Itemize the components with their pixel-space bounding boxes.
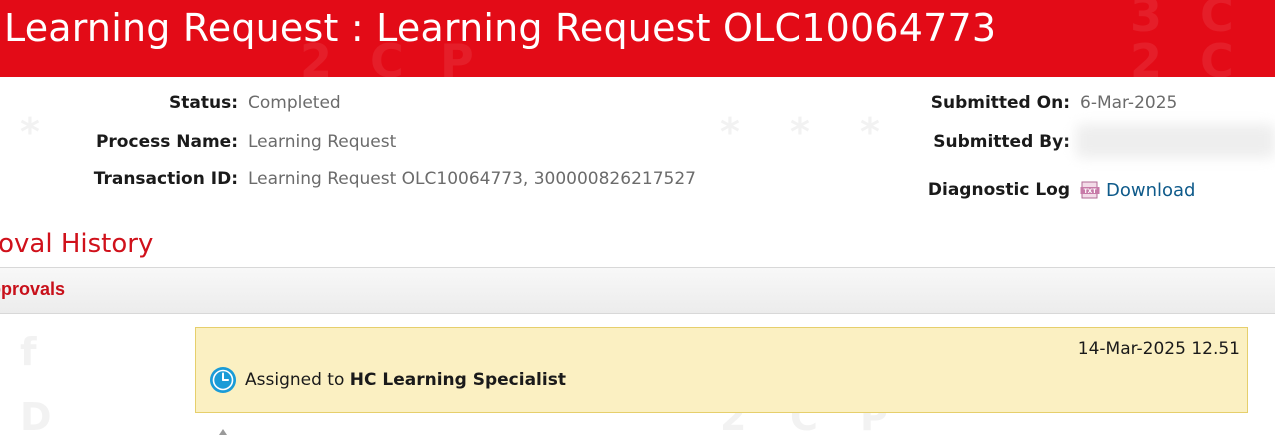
submitted-by-label: Submitted By: xyxy=(933,132,1070,152)
approval-entry-card: 14-Mar-2025 12.51 Assigned to HC Learnin… xyxy=(195,327,1248,413)
svg-text:TXT: TXT xyxy=(1084,188,1098,195)
page-header: 2 C P 3 C 2 C Learning Request : Learnin… xyxy=(0,0,1275,77)
page-title: Learning Request : Learning Request OLC1… xyxy=(4,6,997,50)
assigned-prefix: Assigned to xyxy=(245,370,350,390)
assignee-name: HC Learning Specialist xyxy=(349,370,566,390)
download-link[interactable]: Download xyxy=(1106,180,1195,201)
approvals-section-header[interactable]: pprovals xyxy=(0,267,1275,314)
diagnostic-log-label: Diagnostic Log xyxy=(927,180,1070,200)
process-name-value: Learning Request xyxy=(248,132,397,152)
approvals-label: pprovals xyxy=(0,279,66,299)
status-value: Completed xyxy=(248,93,341,113)
approval-history-title: roval History xyxy=(0,229,154,259)
transaction-id-label: Transaction ID: xyxy=(93,169,238,189)
txt-file-icon[interactable]: TXT xyxy=(1080,181,1100,199)
status-label: Status: xyxy=(169,93,238,113)
submitted-on-value: 6-Mar-2025 xyxy=(1080,93,1178,113)
submitted-on-label: Submitted On: xyxy=(930,93,1070,113)
submitted-by-value-redacted xyxy=(1076,124,1275,158)
approval-entry-text: Assigned to HC Learning Specialist xyxy=(245,370,566,390)
process-name-label: Process Name: xyxy=(95,132,238,152)
approval-entry-date: 14-Mar-2025 12.51 xyxy=(1077,339,1240,359)
transaction-id-value: Learning Request OLC10064773, 3000008262… xyxy=(248,169,696,189)
clock-icon xyxy=(209,366,237,394)
caret-up-icon xyxy=(219,420,227,435)
